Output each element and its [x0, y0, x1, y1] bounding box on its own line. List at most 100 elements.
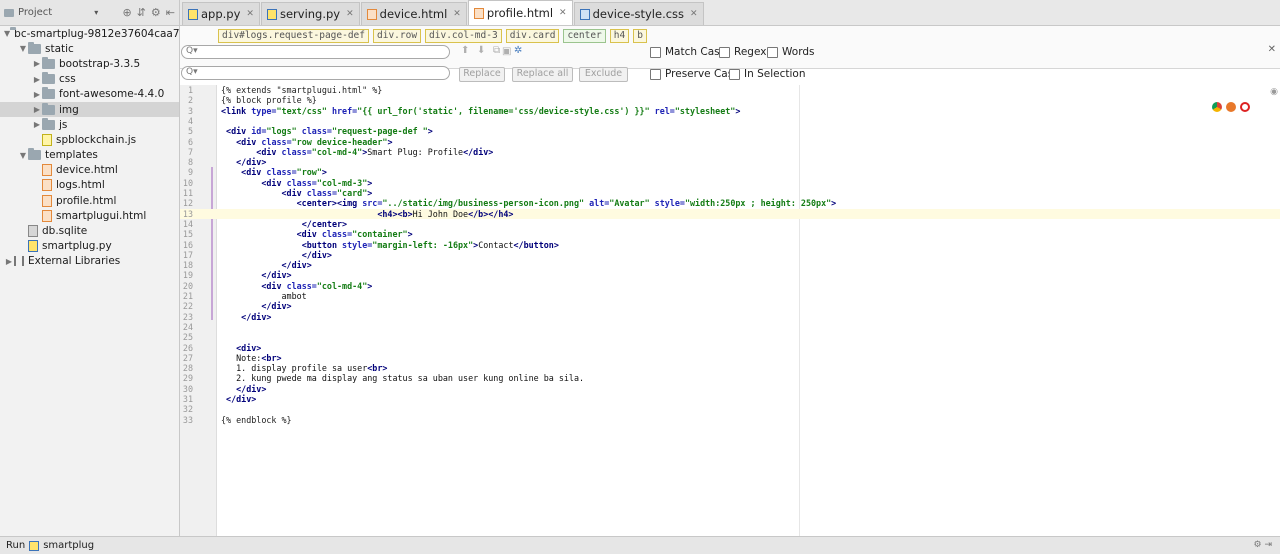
in-selection-checkbox[interactable] [729, 68, 740, 80]
tree-item[interactable]: ▼ bc-smartplug-9812e37604caa70 [0, 26, 186, 41]
expand-arrow-icon[interactable]: ▼ [18, 44, 28, 53]
words-option[interactable]: Words [767, 46, 814, 58]
breadcrumb-item[interactable]: div.card [505, 29, 560, 43]
run-config-name[interactable]: smartplug [43, 540, 94, 551]
match-case-checkbox[interactable] [650, 46, 661, 58]
tree-item[interactable]: ▶ js [0, 117, 179, 132]
code-line[interactable]: 16 <button style="margin-left: -16px">Co… [180, 240, 1280, 250]
code-line[interactable]: 9 <div class="row"> [180, 167, 1280, 177]
search-input[interactable]: Q▾ [181, 45, 450, 59]
code-line[interactable]: 8 </div> [180, 157, 1280, 167]
code-line[interactable]: 5 <div id="logs" class="request-page-def… [180, 126, 1280, 136]
tree-item[interactable]: smartplug.py [0, 239, 179, 254]
tree-item[interactable]: device.html [0, 163, 179, 178]
tree-item[interactable]: ▼ static [0, 41, 179, 56]
tree-item[interactable]: ▶ css [0, 72, 179, 87]
tree-item[interactable]: ▶ img [0, 101, 179, 118]
collapse-arrow-icon[interactable]: ▶ [4, 257, 14, 266]
in-selection-option[interactable]: In Selection [729, 68, 805, 80]
code-line[interactable]: 32 [180, 404, 1280, 414]
find-all-icon[interactable]: ⧉ [493, 45, 500, 56]
code-line[interactable]: 18 </div> [180, 260, 1280, 270]
tree-item[interactable]: smartplugui.html [0, 208, 179, 223]
scroll-from-source-icon[interactable]: ⊕ [122, 6, 131, 19]
breadcrumb-item[interactable]: h4 [609, 29, 630, 43]
tree-item[interactable]: ▶ font-awesome-4.4.0 [0, 87, 179, 102]
breadcrumb-item[interactable]: div.col-md-3 [425, 29, 502, 43]
tab-app-py[interactable]: app.py ✕ [182, 2, 260, 25]
code-line[interactable]: 19 </div> [180, 270, 1280, 280]
collapse-arrow-icon[interactable]: ▶ [32, 90, 42, 99]
collapse-arrow-icon[interactable]: ▶ [32, 120, 42, 129]
code-line[interactable]: 10 <div class="col-md-3"> [180, 178, 1280, 188]
code-line[interactable]: 7 <div class="col-md-4">Smart Plug: Prof… [180, 147, 1280, 157]
code-line[interactable]: 27 Note:<br> [180, 353, 1280, 363]
tab-profile-html[interactable]: profile.html ✕ [467, 0, 573, 25]
next-occurrence-icon[interactable]: ⬇ [477, 45, 485, 56]
code-line[interactable]: 1 {% extends "smartplugui.html" %} [180, 85, 1280, 95]
code-line[interactable]: 6 <div class="row device-header"> [180, 137, 1280, 147]
code-line[interactable]: 25 [180, 332, 1280, 342]
words-checkbox[interactable] [767, 46, 778, 58]
collapse-arrow-icon[interactable]: ▶ [32, 75, 42, 84]
chrome-browser-icon[interactable] [1212, 102, 1222, 112]
breadcrumb-item[interactable]: div#logs.request-page-def [218, 29, 369, 43]
expand-arrow-icon[interactable]: ▼ [18, 151, 28, 160]
code-line[interactable]: 30 </div> [180, 384, 1280, 394]
settings-gear-icon[interactable]: ⚙ ⇥ [1254, 540, 1272, 550]
code-line[interactable]: 29 2. kung pwede ma display ang status s… [180, 373, 1280, 383]
regex-option[interactable]: Regex [719, 46, 766, 58]
code-line[interactable]: 28 1. display profile sa user<br> [180, 363, 1280, 373]
code-line[interactable]: 15 <div class="container"> [180, 229, 1280, 239]
breadcrumb-item[interactable]: center [563, 29, 606, 43]
collapse-arrow-icon[interactable]: ▶ [32, 105, 42, 114]
close-find-bar-icon[interactable]: ✕ [1268, 44, 1276, 55]
replace-button[interactable]: Replace [459, 67, 505, 82]
run-label[interactable]: Run [6, 540, 25, 551]
tree-item[interactable]: spblockchain.js [0, 132, 179, 147]
code-line[interactable]: 33 {% endblock %} [180, 415, 1280, 425]
tree-item[interactable]: profile.html [0, 193, 179, 208]
tree-item[interactable]: ▼ templates [0, 148, 179, 163]
code-line[interactable]: 24 [180, 322, 1280, 332]
match-case-option[interactable]: Match Case [650, 46, 726, 58]
previous-occurrence-icon[interactable]: ⬆ [461, 45, 469, 56]
code-line[interactable]: 26 <div> [180, 343, 1280, 353]
tree-item[interactable]: db.sqlite [0, 223, 179, 238]
code-line[interactable]: 2 {% block profile %} [180, 95, 1280, 105]
code-line[interactable]: 4 [180, 116, 1280, 126]
code-line[interactable]: 21 ambot [180, 291, 1280, 301]
project-view-selector[interactable]: Project ▾ [4, 7, 98, 18]
tab-serving-py[interactable]: serving.py ✕ [260, 2, 360, 25]
code-line[interactable]: 23 </div> [180, 312, 1280, 322]
replace-input[interactable]: Q▾ [181, 66, 450, 80]
hide-panel-icon[interactable]: ⇤ [166, 6, 175, 19]
tab-device-style-css[interactable]: device-style.css ✕ [573, 2, 704, 25]
tab-device-html[interactable]: device.html ✕ [360, 2, 467, 25]
code-line[interactable]: 11 <div class="card"> [180, 188, 1280, 198]
replace-all-button[interactable]: Replace all [512, 67, 573, 82]
expand-arrow-icon[interactable]: ▼ [4, 29, 10, 38]
tree-item[interactable]: ▶ External Libraries [0, 254, 179, 269]
close-tab-icon[interactable]: ✕ [559, 8, 567, 18]
eye-icon[interactable]: ◉ [1270, 87, 1278, 97]
collapse-all-icon[interactable]: ⇵ [137, 6, 146, 19]
tree-item[interactable]: ▶ bootstrap-3.3.5 [0, 56, 179, 71]
close-tab-icon[interactable]: ✕ [690, 9, 698, 19]
code-line[interactable]: 3 <link type="text/css" href="{{ url_for(… [180, 106, 1280, 116]
code-line[interactable]: 22 </div> [180, 301, 1280, 311]
code-line[interactable]: 17 </div> [180, 250, 1280, 260]
close-tab-icon[interactable]: ✕ [346, 9, 354, 19]
preserve-case-option[interactable]: Preserve Case [650, 68, 740, 80]
code-line[interactable]: 31 </div> [180, 394, 1280, 404]
close-tab-icon[interactable]: ✕ [453, 9, 461, 19]
firefox-browser-icon[interactable] [1226, 102, 1236, 112]
code-line[interactable]: 14 </center> [180, 219, 1280, 229]
filter-settings-icon[interactable]: ✲ [514, 45, 522, 56]
breadcrumb-item[interactable]: b [633, 29, 647, 43]
regex-checkbox[interactable] [719, 46, 730, 58]
code-line[interactable]: 20 <div class="col-md-4"> [180, 281, 1280, 291]
collapse-arrow-icon[interactable]: ▶ [32, 59, 42, 68]
opera-browser-icon[interactable] [1240, 102, 1250, 112]
tree-item[interactable]: logs.html [0, 178, 179, 193]
